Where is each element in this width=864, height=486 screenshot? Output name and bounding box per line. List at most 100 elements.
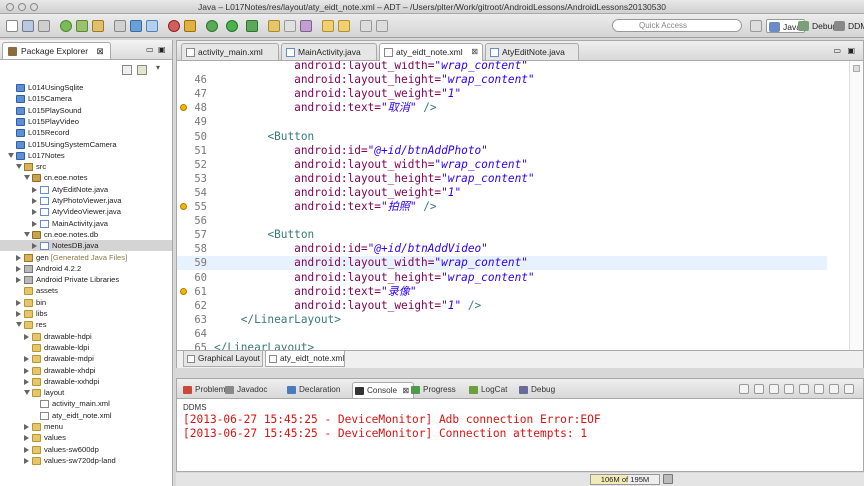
collapsed-arrow-icon[interactable] (16, 277, 21, 284)
tree-item[interactable]: drawable-mdpi (0, 353, 172, 364)
save-icon[interactable] (22, 20, 34, 32)
editor-tab-main-activity[interactable]: MainActivity.java (281, 43, 377, 60)
collapse-all-icon[interactable] (122, 65, 132, 75)
debug-run-icon[interactable] (168, 20, 180, 32)
tree-item[interactable]: L015Camera (0, 93, 172, 104)
open-task-icon[interactable] (284, 20, 296, 32)
new-icon[interactable] (6, 20, 18, 32)
tree-item[interactable]: L015Record (0, 127, 172, 138)
tree-item[interactable]: src (0, 161, 172, 172)
search-java-icon[interactable] (300, 20, 312, 32)
tree-item[interactable]: assets (0, 285, 172, 296)
heap-status[interactable]: 106M of 195M (590, 474, 660, 485)
tree-item[interactable]: AtyVideoViewer.java (0, 206, 172, 217)
tree-item[interactable]: cn.eoe.notes (0, 172, 172, 183)
expanded-arrow-icon[interactable] (8, 152, 14, 158)
open-type-icon[interactable] (268, 20, 280, 32)
tree-item[interactable]: cn.eoe.notes.db (0, 229, 172, 240)
warning-icon[interactable] (180, 104, 187, 112)
console-tab-console[interactable]: Console ⊠ (352, 382, 415, 398)
code-line[interactable]: 54 android:layout_weight="1" (177, 186, 827, 200)
expanded-arrow-icon[interactable] (16, 322, 22, 328)
collapsed-arrow-icon[interactable] (32, 243, 37, 250)
minimize-window-button[interactable] (18, 3, 26, 11)
collapsed-arrow-icon[interactable] (24, 367, 29, 374)
open-console-icon[interactable] (814, 384, 824, 394)
collapsed-arrow-icon[interactable] (32, 198, 37, 204)
quick-access-field[interactable]: Quick Access (612, 19, 742, 32)
tree-item[interactable]: Android Private Libraries (0, 274, 172, 285)
minimize-view-icon[interactable]: ▭ (146, 45, 154, 54)
console-tab-javadoc[interactable]: Javadoc (223, 382, 268, 398)
tree-item[interactable]: values-sw720dp-land (0, 455, 172, 466)
code-line[interactable]: 62 android:layout_weight="1" /> (177, 299, 827, 313)
tree-item[interactable]: drawable-hdpi (0, 331, 172, 342)
code-line[interactable]: 61 android:text="录像" (177, 285, 827, 299)
code-line[interactable]: 52 android:layout_width="wrap_content" (177, 158, 827, 172)
code-line[interactable]: 58 android:id="@+id/btnAddVideo" (177, 242, 827, 256)
console-tab-debug[interactable]: Debug (517, 382, 555, 398)
maximize-console-icon[interactable] (844, 384, 854, 394)
new-package-icon[interactable] (114, 20, 126, 32)
collapsed-arrow-icon[interactable] (24, 333, 29, 340)
console-tab-declaration[interactable]: Declaration (285, 382, 340, 398)
close-window-button[interactable] (6, 3, 14, 11)
console-tab-progress[interactable]: Progress (409, 382, 456, 398)
collapsed-arrow-icon[interactable] (24, 435, 29, 442)
display-console-icon[interactable] (799, 384, 809, 394)
expanded-arrow-icon[interactable] (16, 164, 22, 170)
code-line[interactable]: android:layout_width="wrap_content" (177, 61, 827, 73)
tree-item[interactable]: values (0, 432, 172, 443)
tree-item[interactable]: gen [Generated Java Files] (0, 252, 172, 263)
collapsed-arrow-icon[interactable] (24, 424, 29, 430)
search-icon[interactable] (184, 20, 196, 32)
editor-tab-aty-eidt-note[interactable]: aty_eidt_note.xml ⊠ (379, 43, 483, 61)
tree-item[interactable]: L015PlayVideo (0, 116, 172, 127)
code-line[interactable]: 46 android:layout_height="wrap_content" (177, 73, 827, 87)
overview-ruler[interactable] (849, 61, 863, 351)
avd-manager-icon[interactable] (76, 20, 88, 32)
lint-icon[interactable] (92, 20, 104, 32)
collapsed-arrow-icon[interactable] (32, 186, 37, 193)
tree-item[interactable]: AtyPhotoViewer.java (0, 195, 172, 206)
xml-source-tab[interactable]: aty_eidt_note.xml (265, 351, 345, 367)
view-menu-icon[interactable]: ▾ (156, 63, 160, 72)
trash-icon[interactable] (663, 474, 673, 484)
code-line[interactable]: 60 android:layout_height="wrap_content" (177, 271, 827, 285)
tree-item[interactable]: layout (0, 387, 172, 398)
external-tools-icon[interactable] (246, 20, 258, 32)
graphical-layout-tab[interactable]: Graphical Layout (183, 351, 263, 367)
new-class-icon[interactable] (130, 20, 142, 32)
android-sdk-manager-icon[interactable] (60, 20, 72, 32)
code-line[interactable]: 55 android:text="拍照" /> (177, 200, 827, 214)
expanded-arrow-icon[interactable] (24, 390, 30, 396)
tree-item[interactable]: activity_main.xml (0, 398, 172, 409)
tree-item[interactable]: L014UsingSqlite (0, 82, 172, 93)
collapsed-arrow-icon[interactable] (32, 209, 37, 216)
perspective-ddms[interactable]: DDMS (832, 19, 864, 33)
tree-item[interactable]: MainActivity.java (0, 218, 172, 229)
tree-item[interactable]: res (0, 319, 172, 330)
collapsed-arrow-icon[interactable] (24, 446, 29, 453)
tree-item[interactable]: Android 4.2.2 (0, 263, 172, 274)
code-line[interactable]: 49 (177, 115, 827, 129)
tree-item[interactable]: drawable-ldpi (0, 342, 172, 353)
show-console-icon[interactable] (769, 384, 779, 394)
pin-console-icon[interactable] (784, 384, 794, 394)
tree-item[interactable]: aty_eidt_note.xml (0, 410, 172, 421)
code-line[interactable]: 57 <Button (177, 228, 827, 242)
warning-icon[interactable] (180, 287, 187, 295)
next-annotation-icon[interactable] (322, 20, 334, 32)
overview-ruler-marker[interactable] (853, 65, 860, 72)
code-line[interactable]: 53 android:layout_height="wrap_content" (177, 172, 827, 186)
tree-item[interactable]: L017Notes (0, 150, 172, 161)
tree-item[interactable]: NotesDB.java (0, 240, 172, 252)
zoom-window-button[interactable] (30, 3, 38, 11)
back-icon[interactable] (360, 20, 372, 32)
expanded-arrow-icon[interactable] (24, 175, 30, 181)
print-icon[interactable] (38, 20, 50, 32)
debug-icon[interactable] (206, 20, 218, 32)
expanded-arrow-icon[interactable] (24, 231, 30, 237)
tree-item[interactable]: L015UsingSystemCamera (0, 139, 172, 150)
console-tab-logcat[interactable]: LogCat (467, 382, 507, 398)
